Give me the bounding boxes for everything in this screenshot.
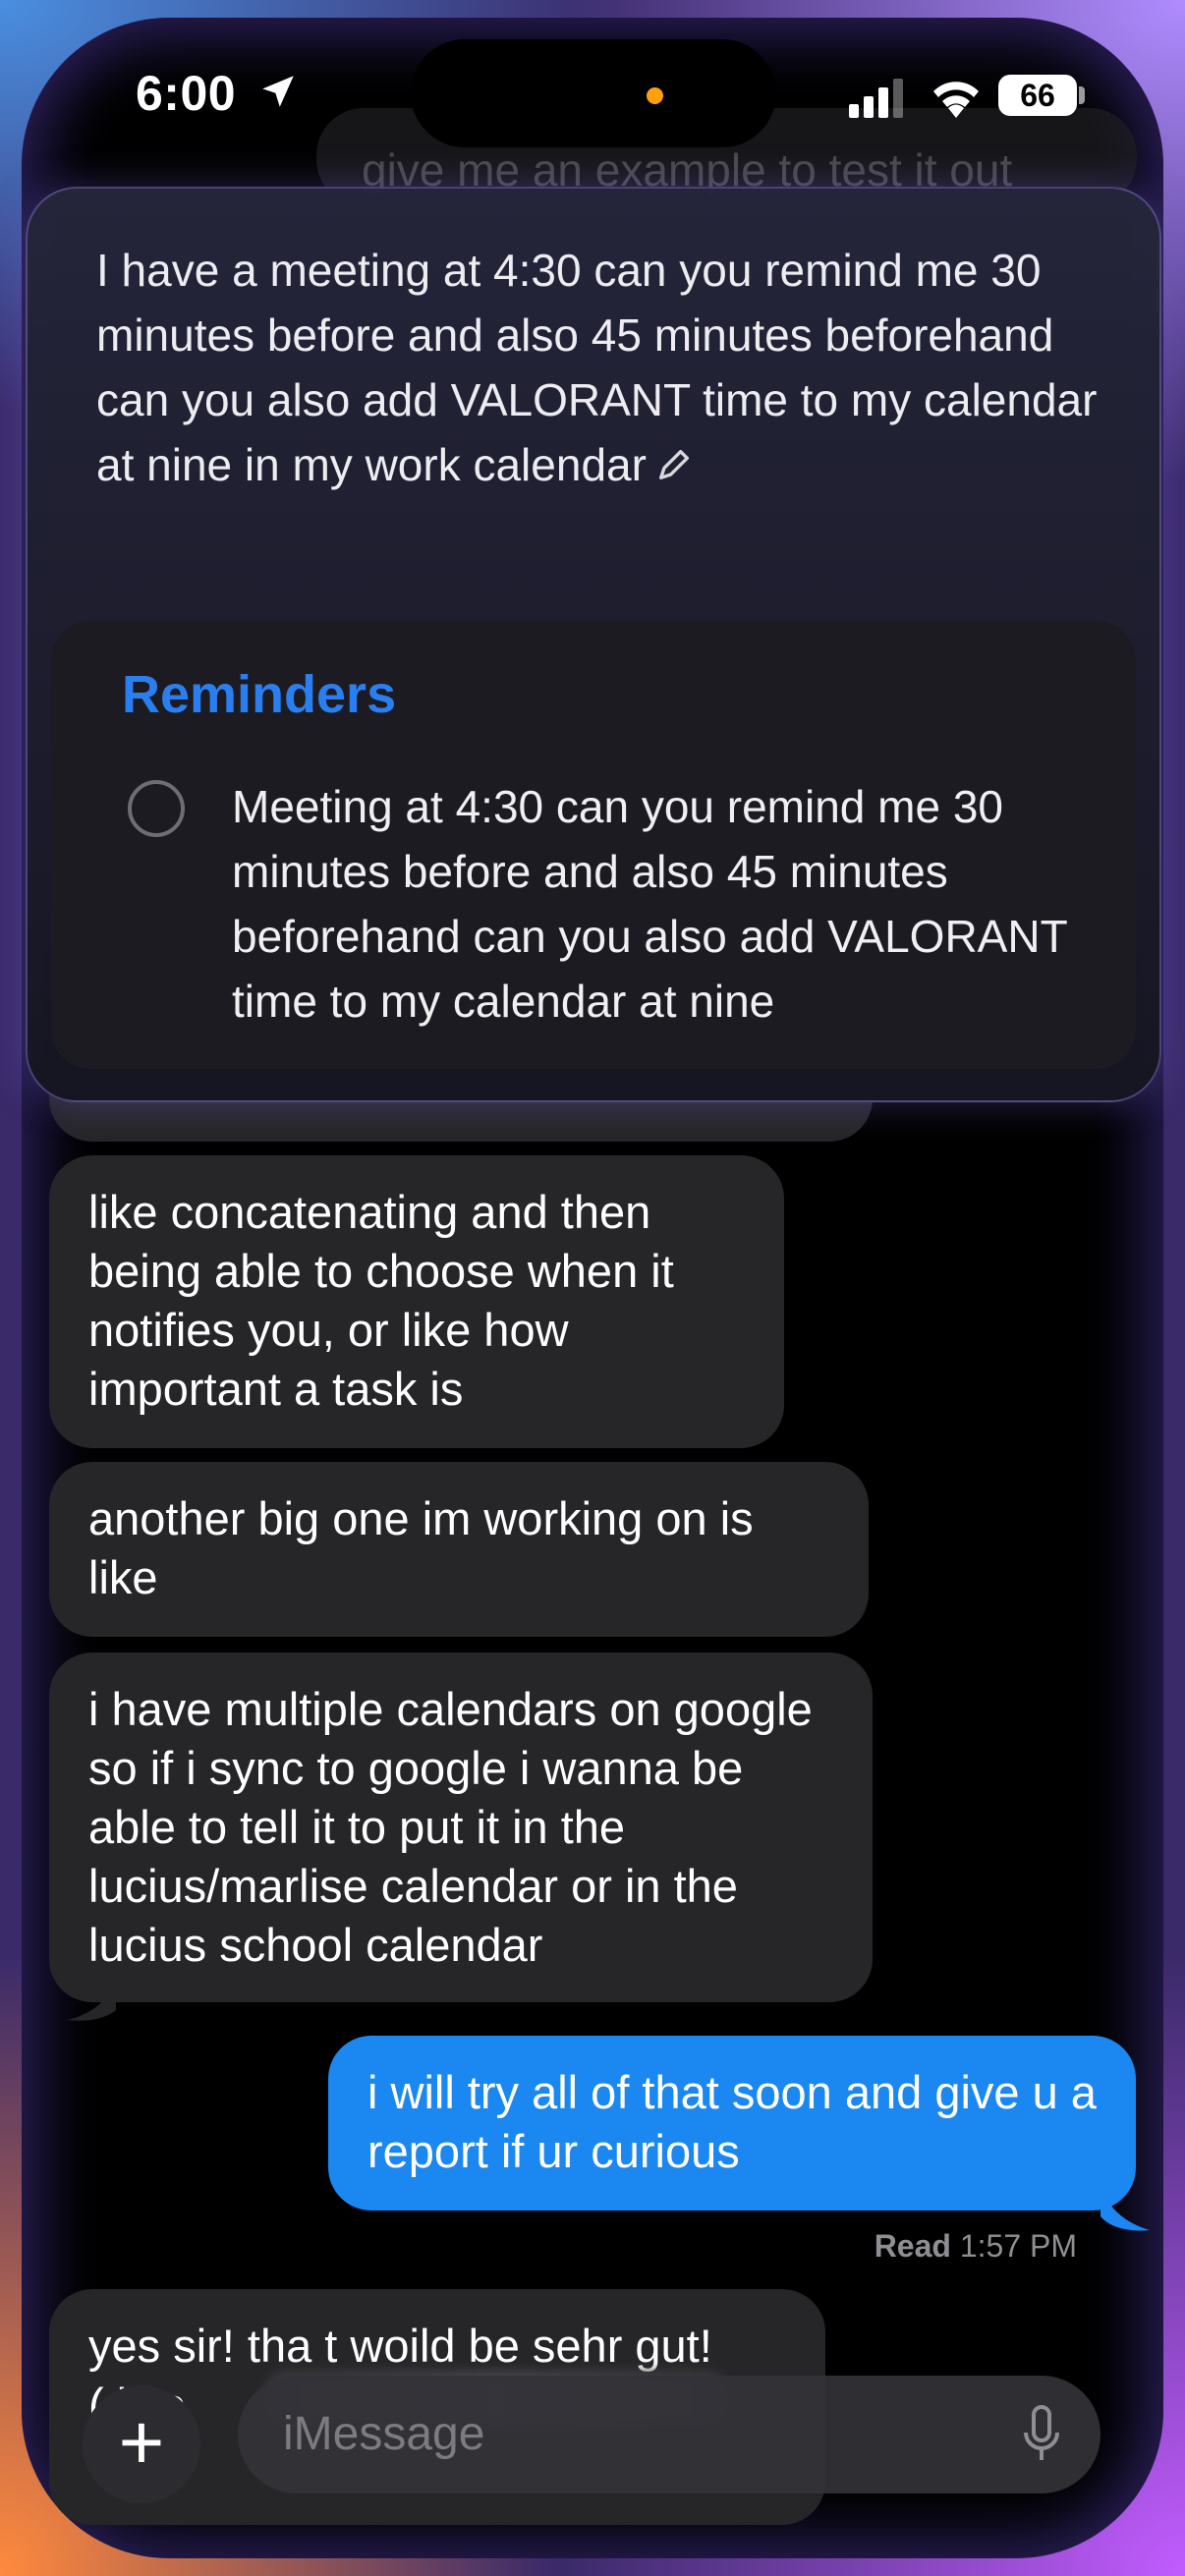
- read-receipt: Read 1:57 PM: [875, 2228, 1077, 2265]
- cellular-signal-icon: [849, 79, 903, 118]
- message-input[interactable]: iMessage: [238, 2376, 1100, 2493]
- battery-indicator: 66: [998, 75, 1077, 116]
- reminders-snippet[interactable]: Reminders Meeting at 4:30 can you remind…: [51, 621, 1136, 1069]
- wifi-icon: [933, 82, 979, 118]
- siri-query-text: I have a meeting at 4:30 can you remind …: [96, 245, 1098, 490]
- battery-cap: [1079, 86, 1085, 104]
- read-label: Read: [874, 2228, 951, 2264]
- incoming-message-bubble[interactable]: like concatenating and then being able t…: [49, 1155, 784, 1448]
- message-line: yes sir! tha t woild be sehr gut!: [88, 2320, 712, 2372]
- location-arrow-icon: [262, 76, 294, 107]
- dynamic-island: [411, 39, 776, 147]
- add-attachment-button[interactable]: +: [83, 2385, 200, 2503]
- reminder-text[interactable]: Meeting at 4:30 can you remind me 30 min…: [232, 774, 1116, 1034]
- pencil-edit-icon[interactable]: [654, 445, 694, 484]
- outgoing-bubble-tail: [1100, 2187, 1150, 2231]
- incoming-bubble-tail: [67, 1981, 116, 2021]
- siri-query[interactable]: I have a meeting at 4:30 can you remind …: [96, 238, 1108, 497]
- reminders-title: Reminders: [122, 665, 397, 724]
- incoming-message-bubble[interactable]: another big one im working on is like: [49, 1462, 869, 1637]
- message-input-placeholder: iMessage: [283, 2408, 485, 2460]
- microphone-icon[interactable]: [1022, 2405, 1061, 2464]
- status-time: 6:00: [136, 66, 237, 121]
- incoming-message-bubble[interactable]: i have multiple calendars on google so i…: [49, 1652, 873, 2002]
- siri-result-card[interactable]: I have a meeting at 4:30 can you remind …: [26, 187, 1161, 1102]
- status-bar: 6:00 66: [0, 0, 1185, 147]
- outgoing-message-bubble[interactable]: i will try all of that soon and give u a…: [328, 2036, 1136, 2211]
- reminder-complete-checkbox[interactable]: [128, 780, 185, 837]
- privacy-indicator-dot: [647, 87, 663, 104]
- read-time: 1:57 PM: [959, 2228, 1077, 2264]
